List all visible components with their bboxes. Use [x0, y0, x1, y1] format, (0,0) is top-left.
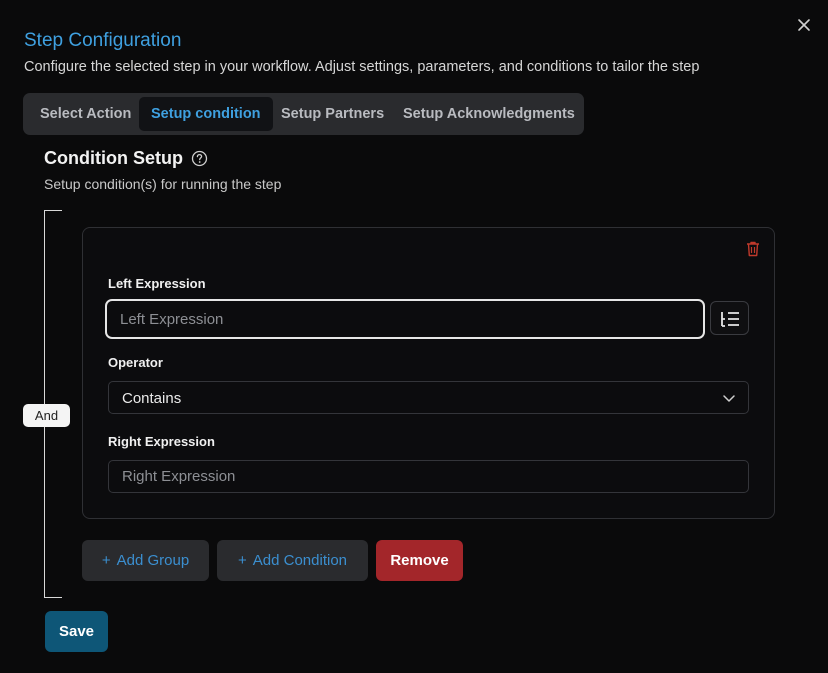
operator-select[interactable]: Contains [108, 381, 749, 414]
save-button[interactable]: Save [45, 611, 108, 652]
plus-icon: + [101, 552, 111, 569]
operator-value: Contains [122, 390, 182, 407]
section-title: Condition Setup [44, 148, 183, 168]
add-group-label: Add Group [116, 552, 190, 569]
tab-select-action[interactable]: Select Action [28, 97, 143, 131]
dialog-subtitle: Configure the selected step in your work… [24, 59, 700, 75]
chevron-down-icon [723, 395, 735, 402]
tab-setup-acknowledgments[interactable]: Setup Acknowledgments [391, 97, 587, 131]
close-icon[interactable] [795, 16, 813, 34]
remove-button[interactable]: Remove [376, 540, 463, 581]
plus-icon: + [238, 552, 247, 569]
right-expression-label: Right Expression [108, 434, 215, 449]
expression-builder-button[interactable] [710, 301, 749, 335]
operator-label: Operator [108, 355, 163, 370]
add-condition-button[interactable]: + Add Condition [217, 540, 368, 581]
add-group-button[interactable]: + Add Group [82, 540, 209, 581]
add-condition-label: Add Condition [252, 552, 347, 569]
expression-list-icon [721, 312, 739, 327]
dialog-title: Step Configuration [24, 30, 182, 51]
tab-setup-condition[interactable]: Setup condition [139, 97, 273, 131]
left-expression-input[interactable] [105, 299, 705, 339]
section-subtitle: Setup condition(s) for running the step [44, 176, 282, 192]
left-expression-label: Left Expression [108, 276, 206, 291]
logic-operator-toggle[interactable]: And [23, 404, 70, 427]
tab-bar: Select Action Setup condition Setup Part… [23, 93, 584, 135]
right-expression-input[interactable] [108, 460, 749, 493]
help-circle-icon[interactable] [191, 150, 208, 167]
trash-icon[interactable] [745, 240, 761, 257]
tab-setup-partners[interactable]: Setup Partners [269, 97, 396, 131]
